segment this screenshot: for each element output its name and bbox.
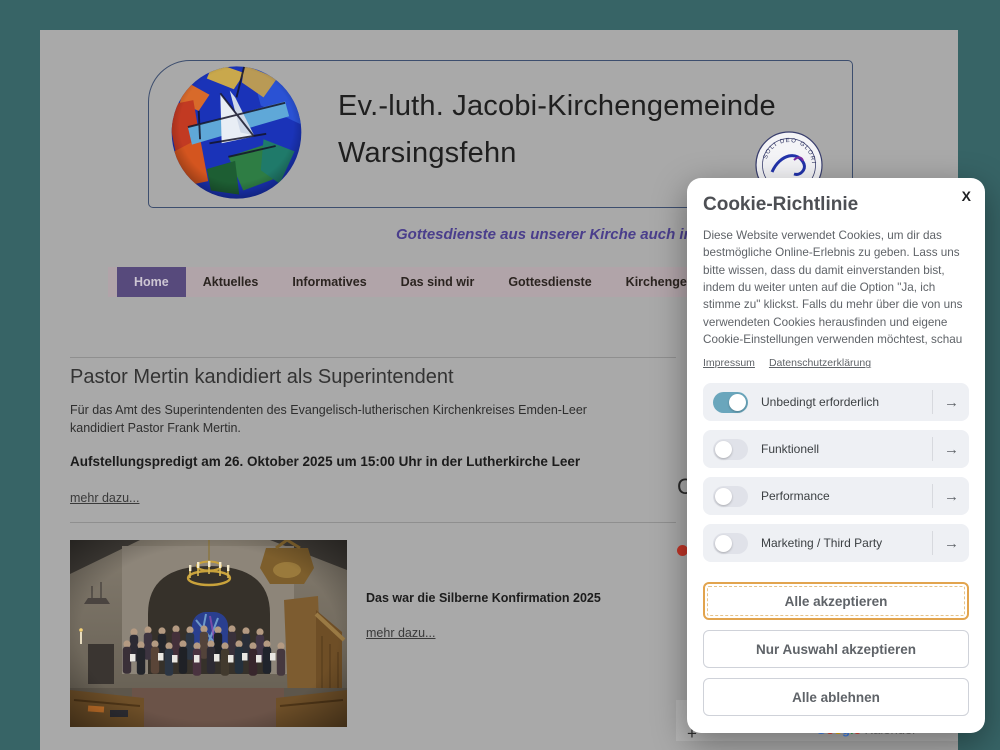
article-title: Pastor Mertin kandidiert als Superintend…	[70, 366, 454, 389]
datenschutz-link[interactable]: Datenschutzerklärung	[769, 357, 871, 369]
cookie-dialog-title: Cookie-Richtlinie	[703, 194, 969, 216]
church-interior-photo	[70, 540, 347, 727]
divider	[70, 522, 676, 523]
screen: Ev.-luth. Jacobi-Kirchengemeinde Warsing…	[0, 0, 1000, 750]
church-logo-stained-glass-icon	[168, 65, 305, 200]
arrow-right-icon[interactable]: →	[944, 535, 959, 552]
more-link[interactable]: mehr dazu...	[366, 626, 435, 640]
arrow-right-icon[interactable]: →	[944, 441, 959, 458]
switch-knob	[715, 441, 732, 458]
nav-item-home[interactable]: Home	[117, 267, 186, 297]
cookie-consent-dialog: X Cookie-Richtlinie Diese Website verwen…	[687, 178, 985, 733]
impressum-link[interactable]: Impressum	[703, 357, 755, 369]
toggle-label: Unbedingt erforderlich	[761, 395, 879, 409]
divider	[932, 437, 933, 461]
divider	[932, 390, 933, 414]
toggle-switch-performance[interactable]	[713, 486, 748, 507]
nav-item-das-sind-wir[interactable]: Das sind wir	[384, 267, 492, 297]
switch-knob	[729, 394, 746, 411]
article-title: Das war die Silberne Konfirmation 2025	[366, 591, 606, 605]
toggle-row-marketing: Marketing / Third Party →	[703, 524, 969, 562]
reject-all-button[interactable]: Alle ablehnen	[703, 678, 969, 716]
site-title-line1: Ev.-luth. Jacobi-Kirchengemeinde	[338, 83, 776, 130]
nav-item-aktuelles[interactable]: Aktuelles	[186, 267, 276, 297]
nav-item-gottesdienste[interactable]: Gottesdienste	[491, 267, 608, 297]
nav-item-informatives[interactable]: Informatives	[275, 267, 383, 297]
switch-knob	[715, 535, 732, 552]
cookie-toggle-list: Unbedingt erforderlich → Funktionell → P…	[703, 383, 969, 562]
arrow-right-icon[interactable]: →	[944, 488, 959, 505]
close-icon[interactable]: X	[962, 188, 971, 204]
article-highlight: Aufstellungspredigt am 26. Oktober 2025 …	[70, 454, 580, 469]
divider	[70, 357, 676, 358]
toggle-switch-marketing[interactable]	[713, 533, 748, 554]
divider	[932, 531, 933, 555]
accept-selection-button[interactable]: Nur Auswahl akzeptieren	[703, 630, 969, 668]
accept-all-button[interactable]: Alle akzeptieren	[703, 582, 969, 620]
arrow-right-icon[interactable]: →	[944, 394, 959, 411]
toggle-switch-functional[interactable]	[713, 439, 748, 460]
toggle-switch-essential[interactable]	[713, 392, 748, 413]
switch-knob	[715, 488, 732, 505]
site-title: Ev.-luth. Jacobi-Kirchengemeinde Warsing…	[338, 83, 776, 177]
toggle-row-essential: Unbedingt erforderlich →	[703, 383, 969, 421]
site-title-line2: Warsingsfehn	[338, 130, 776, 177]
article-body: Für das Amt des Superintendenten des Eva…	[70, 401, 615, 437]
toggle-label: Performance	[761, 489, 830, 503]
cookie-dialog-text: Diese Website verwendet Cookies, um dir …	[703, 227, 969, 348]
toggle-label: Marketing / Third Party	[761, 536, 882, 550]
toggle-label: Funktionell	[761, 442, 819, 456]
toggle-row-performance: Performance →	[703, 477, 969, 515]
toggle-row-functional: Funktionell →	[703, 430, 969, 468]
more-link[interactable]: mehr dazu...	[70, 491, 139, 505]
divider	[932, 484, 933, 508]
